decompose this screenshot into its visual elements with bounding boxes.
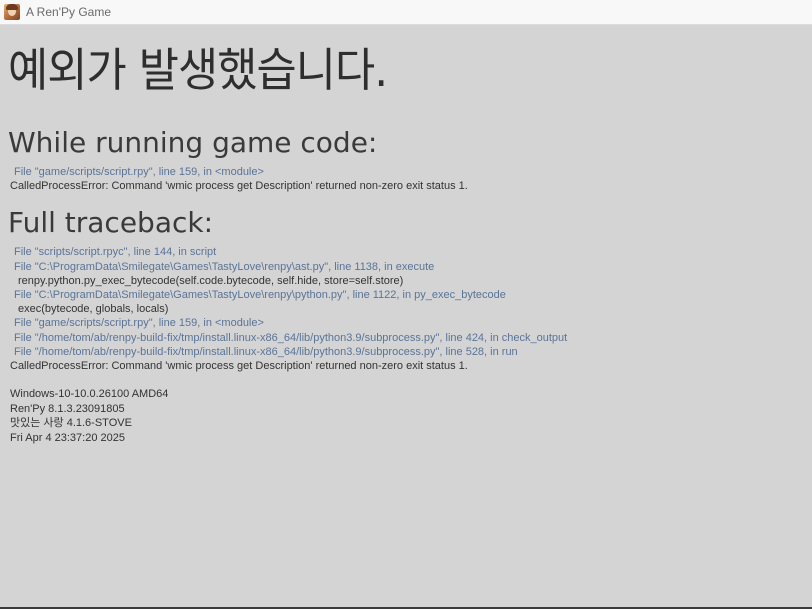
traceback-file-line[interactable]: File "game/scripts/script.rpy", line 159…	[8, 165, 804, 179]
app-icon	[4, 4, 20, 20]
traceback-file-line[interactable]: File "scripts/script.rpyc", line 144, in…	[8, 245, 804, 259]
traceback-file-line[interactable]: File "/home/tom/ab/renpy-build-fix/tmp/i…	[8, 345, 804, 359]
traceback-code-line: renpy.python.py_exec_bytecode(self.code.…	[18, 274, 404, 287]
system-info: Windows-10-10.0.26100 AMD64 Ren'Py 8.1.3…	[8, 387, 804, 445]
error-message-line: CalledProcessError: Command 'wmic proces…	[10, 180, 468, 193]
traceback-code-line: exec(bytecode, globals, locals)	[18, 303, 169, 316]
system-info-os: Windows-10-10.0.26100 AMD64	[10, 388, 169, 401]
error-heading: 예외가 발생했습니다.	[8, 43, 388, 97]
running-code-heading: While running game code:	[8, 126, 378, 159]
system-info-game-version: 맛있는 사랑 4.1.6-STOVE	[10, 417, 132, 430]
error-message-line: CalledProcessError: Command 'wmic proces…	[10, 359, 468, 372]
full-traceback-heading: Full traceback:	[8, 206, 214, 240]
game-window: A Ren'Py Game 예외가 발생했습니다. While running …	[0, 0, 812, 609]
error-screen: 예외가 발생했습니다. While running game code: Fil…	[0, 45, 812, 445]
traceback-file-line[interactable]: File "/home/tom/ab/renpy-build-fix/tmp/i…	[8, 331, 804, 345]
system-info-timestamp: Fri Apr 4 23:37:20 2025	[10, 431, 125, 444]
system-info-renpy-version: Ren'Py 8.1.3.23091805	[10, 402, 125, 415]
traceback-file-line[interactable]: File "game/scripts/script.rpy", line 159…	[8, 316, 804, 330]
traceback-file-line[interactable]: File "C:\ProgramData\Smilegate\Games\Tas…	[8, 288, 804, 302]
running-code-lines: File "game/scripts/script.rpy", line 159…	[8, 165, 804, 193]
full-traceback-lines: File "scripts/script.rpyc", line 144, in…	[8, 245, 804, 373]
title-bar[interactable]: A Ren'Py Game	[0, 0, 812, 25]
traceback-file-line[interactable]: File "C:\ProgramData\Smilegate\Games\Tas…	[8, 260, 804, 274]
window-title: A Ren'Py Game	[26, 5, 111, 19]
